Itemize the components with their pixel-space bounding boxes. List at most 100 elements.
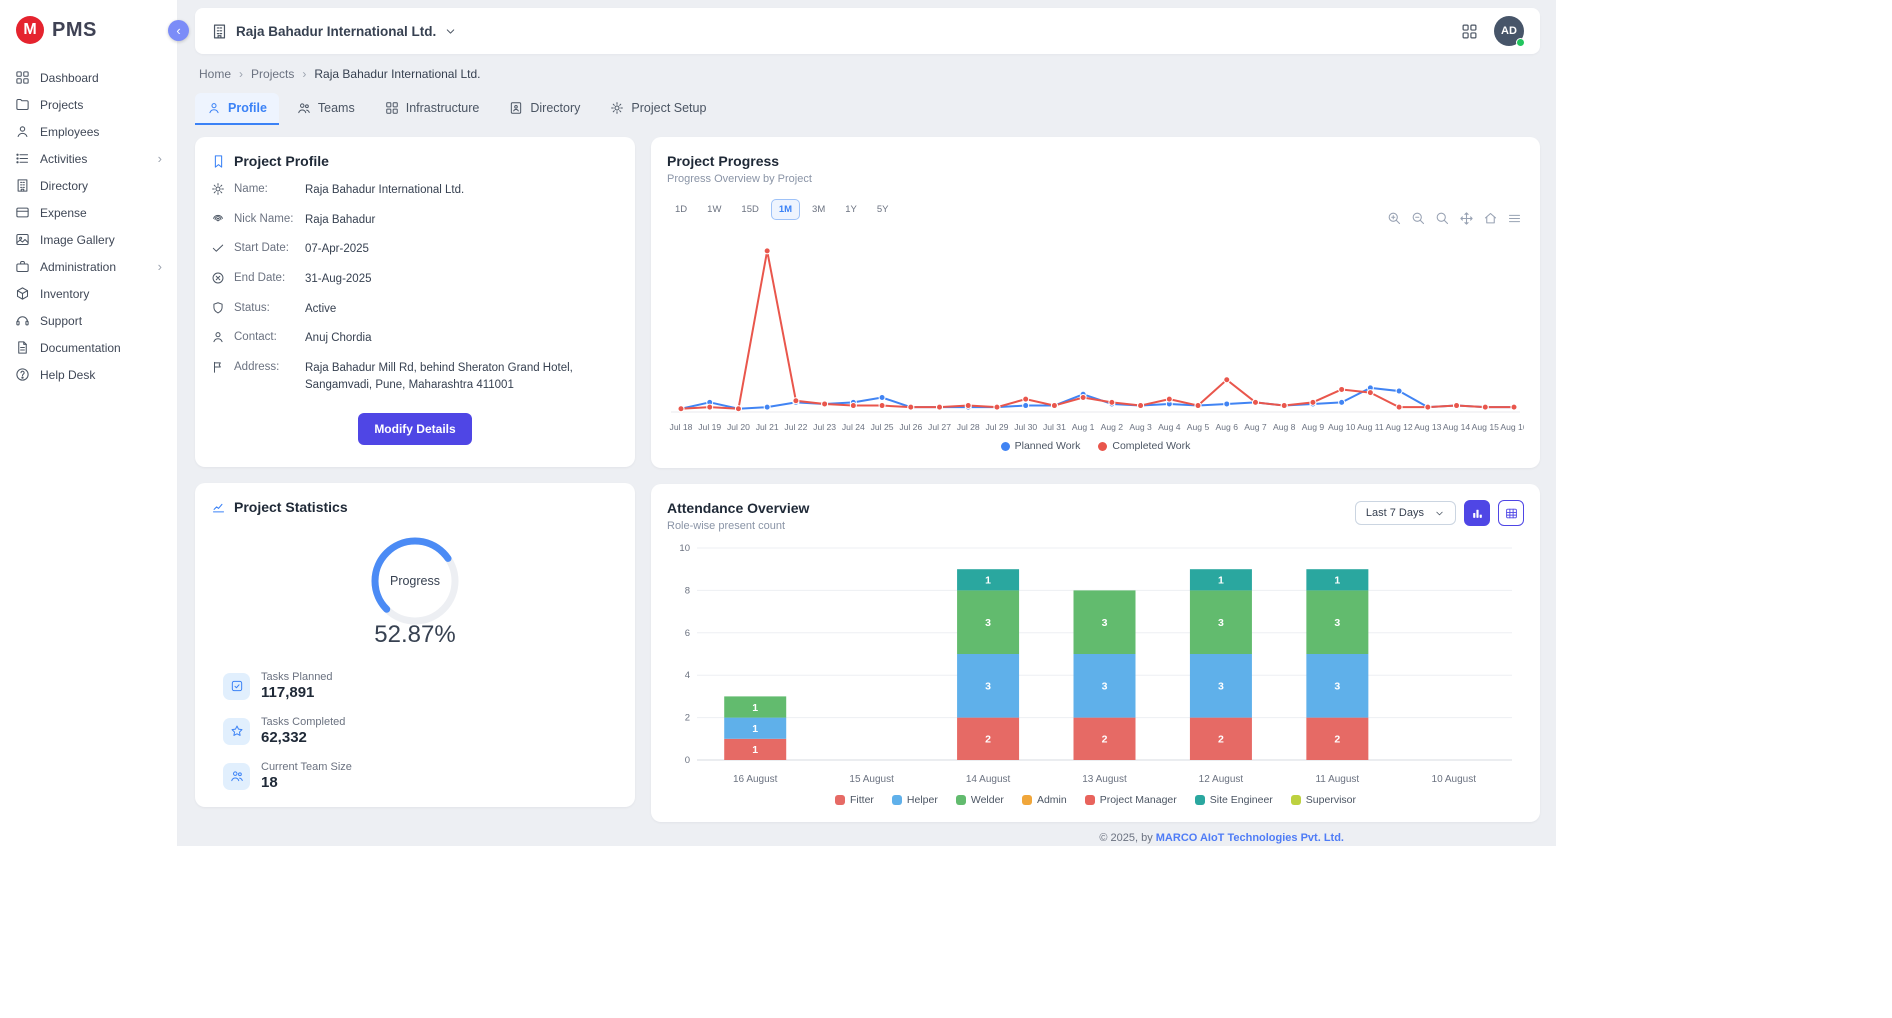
attendance-controls: Last 7 Days xyxy=(1355,500,1524,526)
sidebar-item-administration[interactable]: Administration › xyxy=(0,253,177,280)
project-statistics-card: Project Statistics Progress 52.87% xyxy=(195,483,635,807)
sidebar-item-projects[interactable]: Projects xyxy=(0,91,177,118)
svg-text:Jul 22: Jul 22 xyxy=(784,422,807,432)
svg-text:Aug 16: Aug 16 xyxy=(1500,422,1524,432)
sidebar-collapse-button[interactable]: ‹ xyxy=(168,20,189,41)
svg-text:Aug 12: Aug 12 xyxy=(1385,422,1412,432)
stat-items: Tasks Planned 117,891 Tasks Completed 62… xyxy=(211,671,619,791)
legend-item[interactable]: Project Manager xyxy=(1085,794,1177,806)
card-title: Attendance Overview xyxy=(667,500,809,516)
avatar[interactable]: AD xyxy=(1494,16,1524,46)
tab-label: Profile xyxy=(228,101,267,115)
range-button[interactable]: 5Y xyxy=(869,199,897,220)
company-link[interactable]: MARCO AIoT Technologies Pvt. Ltd. xyxy=(1156,832,1344,844)
apps-grid-icon[interactable] xyxy=(1461,23,1478,40)
sidebar-item-support[interactable]: Support xyxy=(0,307,177,334)
bar-chart-icon xyxy=(1471,507,1484,520)
headset-icon xyxy=(15,313,30,328)
sidebar: M PMS Dashboard Projects Employees xyxy=(0,0,178,846)
range-button[interactable]: 1M xyxy=(771,199,800,220)
field-value: Raja Bahadur International Ltd. xyxy=(305,182,619,199)
svg-text:Jul 27: Jul 27 xyxy=(928,422,951,432)
range-button[interactable]: 3M xyxy=(804,199,833,220)
svg-text:Jul 20: Jul 20 xyxy=(727,422,750,432)
svg-text:1: 1 xyxy=(752,744,758,756)
legend-item[interactable]: Fitter xyxy=(835,794,874,806)
svg-text:Jul 19: Jul 19 xyxy=(698,422,721,432)
stat-value: 117,891 xyxy=(261,684,333,701)
check-square-icon xyxy=(230,679,244,693)
svg-text:Aug 13: Aug 13 xyxy=(1414,422,1441,432)
stat-label: Tasks Planned xyxy=(261,671,333,683)
svg-text:3: 3 xyxy=(1102,617,1108,629)
tab-project-setup[interactable]: Project Setup xyxy=(598,93,718,125)
legend-item[interactable]: Welder xyxy=(956,794,1004,806)
user-icon xyxy=(211,330,225,344)
sidebar-item-label: Inventory xyxy=(40,287,89,301)
range-button[interactable]: 1W xyxy=(699,199,729,220)
logo[interactable]: M PMS xyxy=(0,12,177,54)
tab-directory[interactable]: Directory xyxy=(497,93,592,125)
modify-details-button[interactable]: Modify Details xyxy=(358,413,471,445)
sidebar-item-activities[interactable]: Activities › xyxy=(0,145,177,172)
profile-field-status: Status: Active xyxy=(211,301,619,318)
pan-icon[interactable] xyxy=(1459,211,1474,226)
tab-profile[interactable]: Profile xyxy=(195,93,279,125)
stat-label: Tasks Completed xyxy=(261,716,345,728)
tab-teams[interactable]: Teams xyxy=(285,93,367,125)
breadcrumb-home[interactable]: Home xyxy=(199,67,231,81)
legend-item[interactable]: Helper xyxy=(892,794,938,806)
range-button[interactable]: 15D xyxy=(733,199,766,220)
sidebar-item-employees[interactable]: Employees xyxy=(0,118,177,145)
gauge-svg: Progress xyxy=(354,529,476,633)
svg-text:Aug 7: Aug 7 xyxy=(1244,422,1267,432)
profile-field-contact: Contact: Anuj Chordia xyxy=(211,330,619,347)
stat-value: 62,332 xyxy=(261,729,345,746)
tab-bar: Profile Teams Infrastructure Directory P… xyxy=(195,93,1540,125)
card-subtitle: Role-wise present count xyxy=(667,520,809,532)
tab-label: Teams xyxy=(318,101,355,115)
legend-item[interactable]: Site Engineer xyxy=(1195,794,1273,806)
attendance-overview-card: Attendance Overview Role-wise present co… xyxy=(651,484,1540,822)
sidebar-item-directory[interactable]: Directory xyxy=(0,172,177,199)
sidebar-item-label: Support xyxy=(40,314,82,328)
breadcrumb-current: Raja Bahadur International Ltd. xyxy=(314,67,480,81)
legend-item[interactable]: Supervisor xyxy=(1291,794,1356,806)
topbar: Raja Bahadur International Ltd. AD xyxy=(195,8,1540,54)
legend-item[interactable]: Planned Work xyxy=(1001,440,1081,452)
building-icon xyxy=(15,178,30,193)
range-button[interactable]: 1D xyxy=(667,199,695,220)
svg-text:Aug 8: Aug 8 xyxy=(1273,422,1296,432)
sidebar-item-image-gallery[interactable]: Image Gallery xyxy=(0,226,177,253)
legend-item[interactable]: Admin xyxy=(1022,794,1067,806)
breadcrumb-projects[interactable]: Projects xyxy=(251,67,294,81)
field-value: Active xyxy=(305,301,619,318)
company-selector[interactable]: Raja Bahadur International Ltd. xyxy=(211,23,457,40)
sidebar-item-expense[interactable]: Expense xyxy=(0,199,177,226)
tab-infrastructure[interactable]: Infrastructure xyxy=(373,93,492,125)
home-icon[interactable] xyxy=(1483,211,1498,226)
stat-tasks-planned: Tasks Planned 117,891 xyxy=(223,671,619,701)
svg-text:2: 2 xyxy=(685,713,690,724)
sidebar-item-inventory[interactable]: Inventory xyxy=(0,280,177,307)
sidebar-item-dashboard[interactable]: Dashboard xyxy=(0,64,177,91)
chart-view-button[interactable] xyxy=(1464,500,1490,526)
range-button[interactable]: 1Y xyxy=(837,199,865,220)
menu-icon[interactable] xyxy=(1507,211,1522,226)
tab-label: Project Setup xyxy=(631,101,706,115)
profile-field-name: Name: Raja Bahadur International Ltd. xyxy=(211,182,619,199)
zoom-out-icon[interactable] xyxy=(1411,211,1426,226)
selection-zoom-icon[interactable] xyxy=(1435,211,1450,226)
legend-item[interactable]: Completed Work xyxy=(1098,440,1190,452)
zoom-in-icon[interactable] xyxy=(1387,211,1402,226)
star-icon xyxy=(230,724,244,738)
sidebar-item-help-desk[interactable]: Help Desk xyxy=(0,361,177,388)
table-view-button[interactable] xyxy=(1498,500,1524,526)
svg-text:1: 1 xyxy=(752,723,758,735)
content-grid: Project Profile Name: Raja Bahadur Inter… xyxy=(195,137,1540,822)
sidebar-item-label: Image Gallery xyxy=(40,233,115,247)
card-title: Project Statistics xyxy=(234,499,348,515)
sidebar-item-documentation[interactable]: Documentation xyxy=(0,334,177,361)
date-range-select[interactable]: Last 7 Days xyxy=(1355,501,1456,525)
svg-text:Jul 26: Jul 26 xyxy=(899,422,922,432)
